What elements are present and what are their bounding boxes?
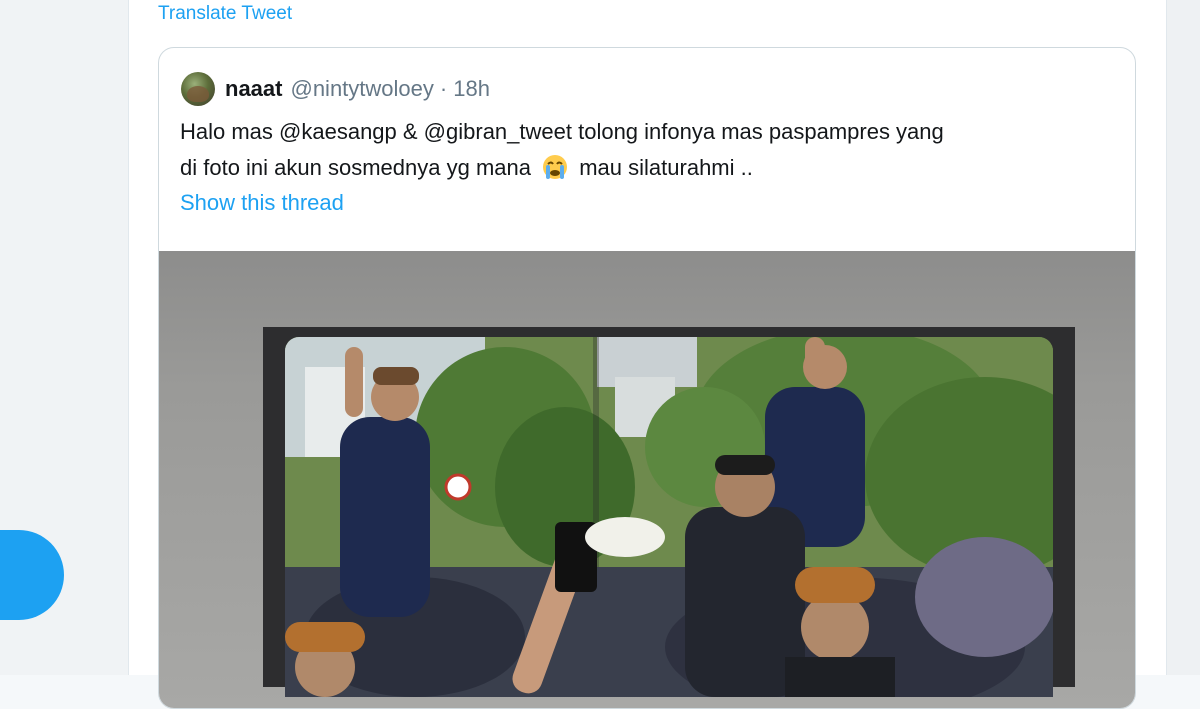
avatar[interactable] (181, 72, 215, 106)
tweet-text: Halo mas @kaesangp & @gibran_tweet tolon… (180, 114, 1110, 186)
quoted-tweet-card[interactable]: naaat @nintytwoloey · 18h Halo mas @kaes… (158, 47, 1136, 709)
left-sidebar (0, 0, 129, 675)
author-name[interactable]: naaat (225, 76, 282, 102)
show-thread-link[interactable]: Show this thread (180, 190, 344, 216)
translate-tweet-link[interactable]: Translate Tweet (158, 3, 292, 25)
quoted-tweet-header: naaat @nintytwoloey · 18h (181, 71, 490, 107)
tweet-media[interactable] (159, 251, 1135, 708)
author-handle[interactable]: @nintytwoloey (290, 76, 433, 102)
right-gutter (1167, 0, 1200, 675)
loudly-crying-face-icon (541, 154, 569, 180)
tweet-time[interactable]: 18h (453, 76, 490, 102)
compose-tweet-button[interactable] (0, 530, 64, 620)
tweet-text-line-2b: mau silaturahmi .. (579, 155, 753, 180)
separator-dot: · (439, 76, 448, 101)
tweet-text-line-1: Halo mas @kaesangp & @gibran_tweet tolon… (180, 119, 944, 144)
tweet-text-line-2: di foto ini akun sosmednya yg mana mau s… (180, 150, 1110, 186)
tweet-text-line-2a: di foto ini akun sosmednya yg mana (180, 155, 531, 180)
photo[interactable] (285, 337, 1053, 697)
video-frame (263, 327, 1075, 697)
